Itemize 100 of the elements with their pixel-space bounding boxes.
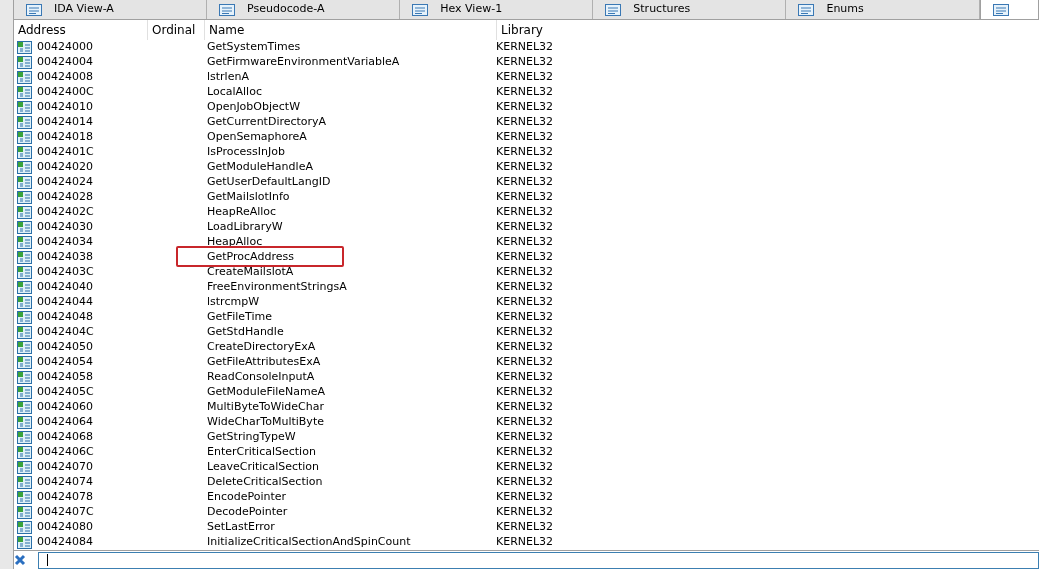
library-cell: KERNEL32 (496, 339, 554, 356)
window-icon (798, 3, 815, 16)
library-cell: KERNEL32 (496, 414, 554, 431)
import-icon (17, 176, 32, 189)
address-cell: 00424018 (37, 129, 93, 146)
name-cell: CreateMailslotA (207, 265, 294, 279)
library-cell: KERNEL32 (496, 99, 554, 116)
address-cell: 0042407C (37, 504, 94, 521)
import-icon (17, 536, 32, 549)
name-cell: HeapAlloc (207, 235, 263, 249)
address-cell: 00424008 (37, 69, 93, 86)
import-icon (17, 206, 32, 219)
name-cell: GetStdHandle (207, 325, 284, 339)
import-icon (17, 386, 32, 399)
library-cell: KERNEL32 (496, 324, 554, 341)
column-header[interactable]: Name (204, 20, 496, 40)
address-cell: 0042406C (37, 444, 94, 461)
tab[interactable]: Structures (593, 0, 787, 19)
name-cell: OpenJobObjectW (207, 100, 301, 114)
import-icon (17, 356, 32, 369)
import-icon (17, 311, 32, 324)
import-icon (17, 101, 32, 114)
address-cell: 00424020 (37, 159, 93, 176)
name-cell: CreateDirectoryExA (207, 340, 316, 354)
name-cell: ReadConsoleInputA (207, 370, 315, 384)
library-cell: KERNEL32 (496, 114, 554, 131)
import-icon (17, 116, 32, 129)
library-cell: KERNEL32 (496, 234, 554, 251)
library-cell: KERNEL32 (496, 519, 554, 536)
address-cell: 00424084 (37, 534, 93, 551)
tab[interactable]: Pseudocode-A (207, 0, 401, 19)
column-header[interactable]: Library (496, 20, 696, 40)
library-cell: KERNEL32 (496, 129, 554, 146)
address-cell: 0042405C (37, 384, 94, 401)
import-icon (17, 491, 32, 504)
window-icon (992, 3, 1009, 16)
import-icon (17, 371, 32, 384)
tab[interactable]: IDA View-A (14, 0, 208, 19)
import-icon (17, 461, 32, 474)
tab[interactable] (979, 0, 1039, 19)
name-cell: IsProcessInJob (207, 145, 285, 159)
address-cell: 00424004 (37, 54, 93, 71)
command-input[interactable] (38, 551, 1039, 569)
address-cell: 00424050 (37, 339, 93, 356)
address-cell: 00424078 (37, 489, 93, 506)
name-cell: DecodePointer (207, 505, 288, 519)
address-cell: 0042404C (37, 324, 94, 341)
tab[interactable]: Hex View-1 (400, 0, 594, 19)
name-cell: HeapReAlloc (207, 205, 277, 219)
library-cell: KERNEL32 (496, 189, 554, 206)
address-cell: 00424030 (37, 219, 93, 236)
import-icon (17, 161, 32, 174)
name-cell: GetMailslotInfo (207, 190, 290, 204)
window-icon (412, 3, 429, 16)
name-cell: OpenSemaphoreA (207, 130, 307, 144)
address-cell: 0042400C (37, 84, 94, 101)
library-cell: KERNEL32 (496, 54, 554, 71)
address-cell: 00424068 (37, 429, 93, 446)
library-cell: KERNEL32 (496, 384, 554, 401)
column-header[interactable]: Ordinal (147, 20, 204, 40)
name-cell: LocalAlloc (207, 85, 262, 99)
import-icon (17, 266, 32, 279)
name-cell: GetModuleHandleA (207, 160, 313, 174)
library-cell: KERNEL32 (496, 474, 554, 491)
import-icon (17, 131, 32, 144)
name-cell: GetProcAddress (207, 250, 294, 264)
import-icon (17, 71, 32, 84)
library-cell: KERNEL32 (496, 444, 554, 461)
library-cell: KERNEL32 (496, 174, 554, 191)
import-icon (17, 431, 32, 444)
library-cell: KERNEL32 (496, 309, 554, 326)
library-cell: KERNEL32 (496, 39, 554, 56)
import-icon (17, 41, 32, 54)
library-cell: KERNEL32 (496, 534, 554, 551)
name-cell: MultiByteToWideChar (207, 400, 324, 414)
window-icon (605, 3, 622, 16)
import-icon (17, 236, 32, 249)
name-cell: LeaveCriticalSection (207, 460, 320, 474)
address-cell: 00424014 (37, 114, 93, 131)
import-icon (17, 416, 32, 429)
library-cell: KERNEL32 (496, 369, 554, 386)
address-cell: 0042401C (37, 144, 94, 161)
library-cell: KERNEL32 (496, 69, 554, 86)
import-icon (17, 251, 32, 264)
tab[interactable]: Enums (786, 0, 980, 19)
address-cell: 0042403C (37, 264, 94, 281)
library-cell: KERNEL32 (496, 159, 554, 176)
name-cell: WideCharToMultiByte (207, 415, 324, 429)
address-cell: 00424040 (37, 279, 93, 296)
address-cell: 00424034 (37, 234, 93, 251)
name-cell: GetFileTime (207, 310, 272, 324)
name-cell: GetCurrentDirectoryA (207, 115, 327, 129)
address-cell: 00424038 (37, 249, 93, 266)
library-cell: KERNEL32 (496, 354, 554, 371)
window-icon (26, 3, 42, 16)
import-icon (17, 326, 32, 339)
name-cell: EnterCriticalSection (207, 445, 316, 459)
window-icon (219, 3, 236, 16)
column-header[interactable]: Address (14, 20, 147, 40)
import-icon (17, 476, 32, 489)
